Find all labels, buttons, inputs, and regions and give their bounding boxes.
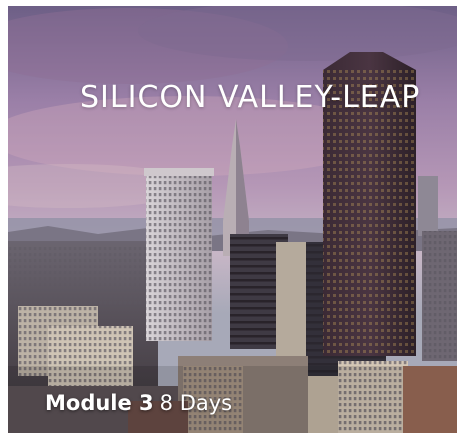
- module-label: Module 3: [45, 391, 154, 415]
- city-skyline-image: [8, 6, 457, 433]
- course-title: SILICON VALLEY-LEAP: [80, 80, 421, 115]
- module-duration: 8 Days: [159, 391, 233, 415]
- course-card[interactable]: SILICON VALLEY-LEAP Module 38 Days: [8, 6, 457, 433]
- module-info: Module 38 Days: [45, 391, 232, 415]
